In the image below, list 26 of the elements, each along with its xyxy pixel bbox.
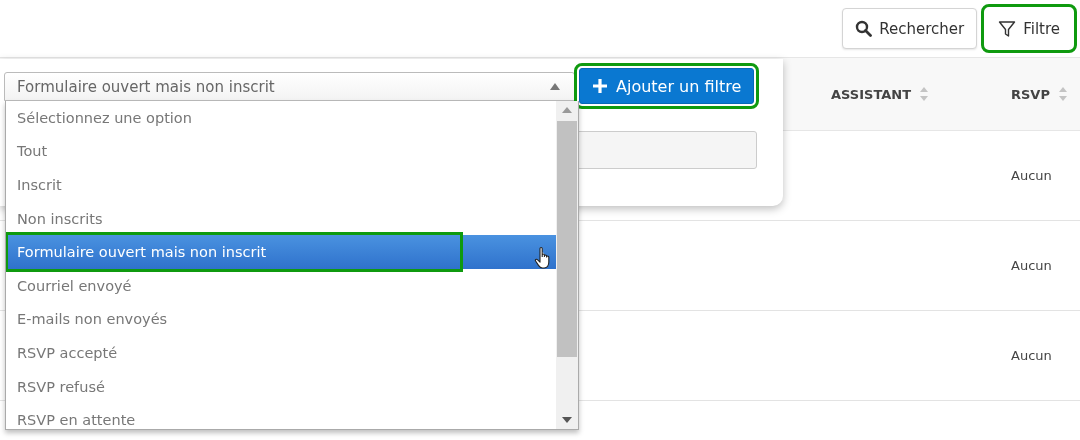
column-header[interactable]: ASSISTANT [831, 86, 912, 102]
scroll-up-icon[interactable] [562, 107, 572, 113]
dropdown-option[interactable]: RSVP en attente [6, 403, 556, 429]
dropdown-option[interactable]: E-mails non envoyés [6, 302, 556, 337]
dropdown-option[interactable]: RSVP accepté [6, 336, 556, 370]
column-header[interactable]: RSVP [1011, 86, 1050, 102]
dropdown-option[interactable]: Sélectionnez une option [6, 101, 556, 135]
plus-icon [592, 78, 608, 94]
table-cell: Aucun [1011, 258, 1052, 273]
search-icon [855, 20, 873, 37]
scroll-down-icon[interactable] [562, 417, 572, 423]
dropdown-option[interactable]: Non inscrits [6, 201, 556, 236]
table-cell: Aucun [1011, 168, 1052, 183]
caret-icon [550, 83, 560, 90]
sort-icon[interactable] [1057, 86, 1068, 102]
dropdown-option[interactable]: Formulaire ouvert mais non inscrit [6, 235, 556, 269]
table-cell: Aucun [1011, 348, 1052, 363]
dropdown-option[interactable]: Inscrit [6, 168, 556, 202]
dropdown-option[interactable]: Courriel envoyé [6, 268, 556, 303]
funnel-icon [998, 19, 1017, 38]
search-button[interactable]: Rechercher [842, 8, 978, 49]
filter-select[interactable]: Formulaire ouvert mais non inscrit [4, 72, 575, 101]
sort-icon[interactable] [919, 86, 930, 102]
dropdown-option[interactable]: RSVP refusé [6, 369, 556, 404]
scrollbar[interactable] [556, 101, 578, 429]
dropdown-option[interactable]: Tout [6, 134, 556, 169]
